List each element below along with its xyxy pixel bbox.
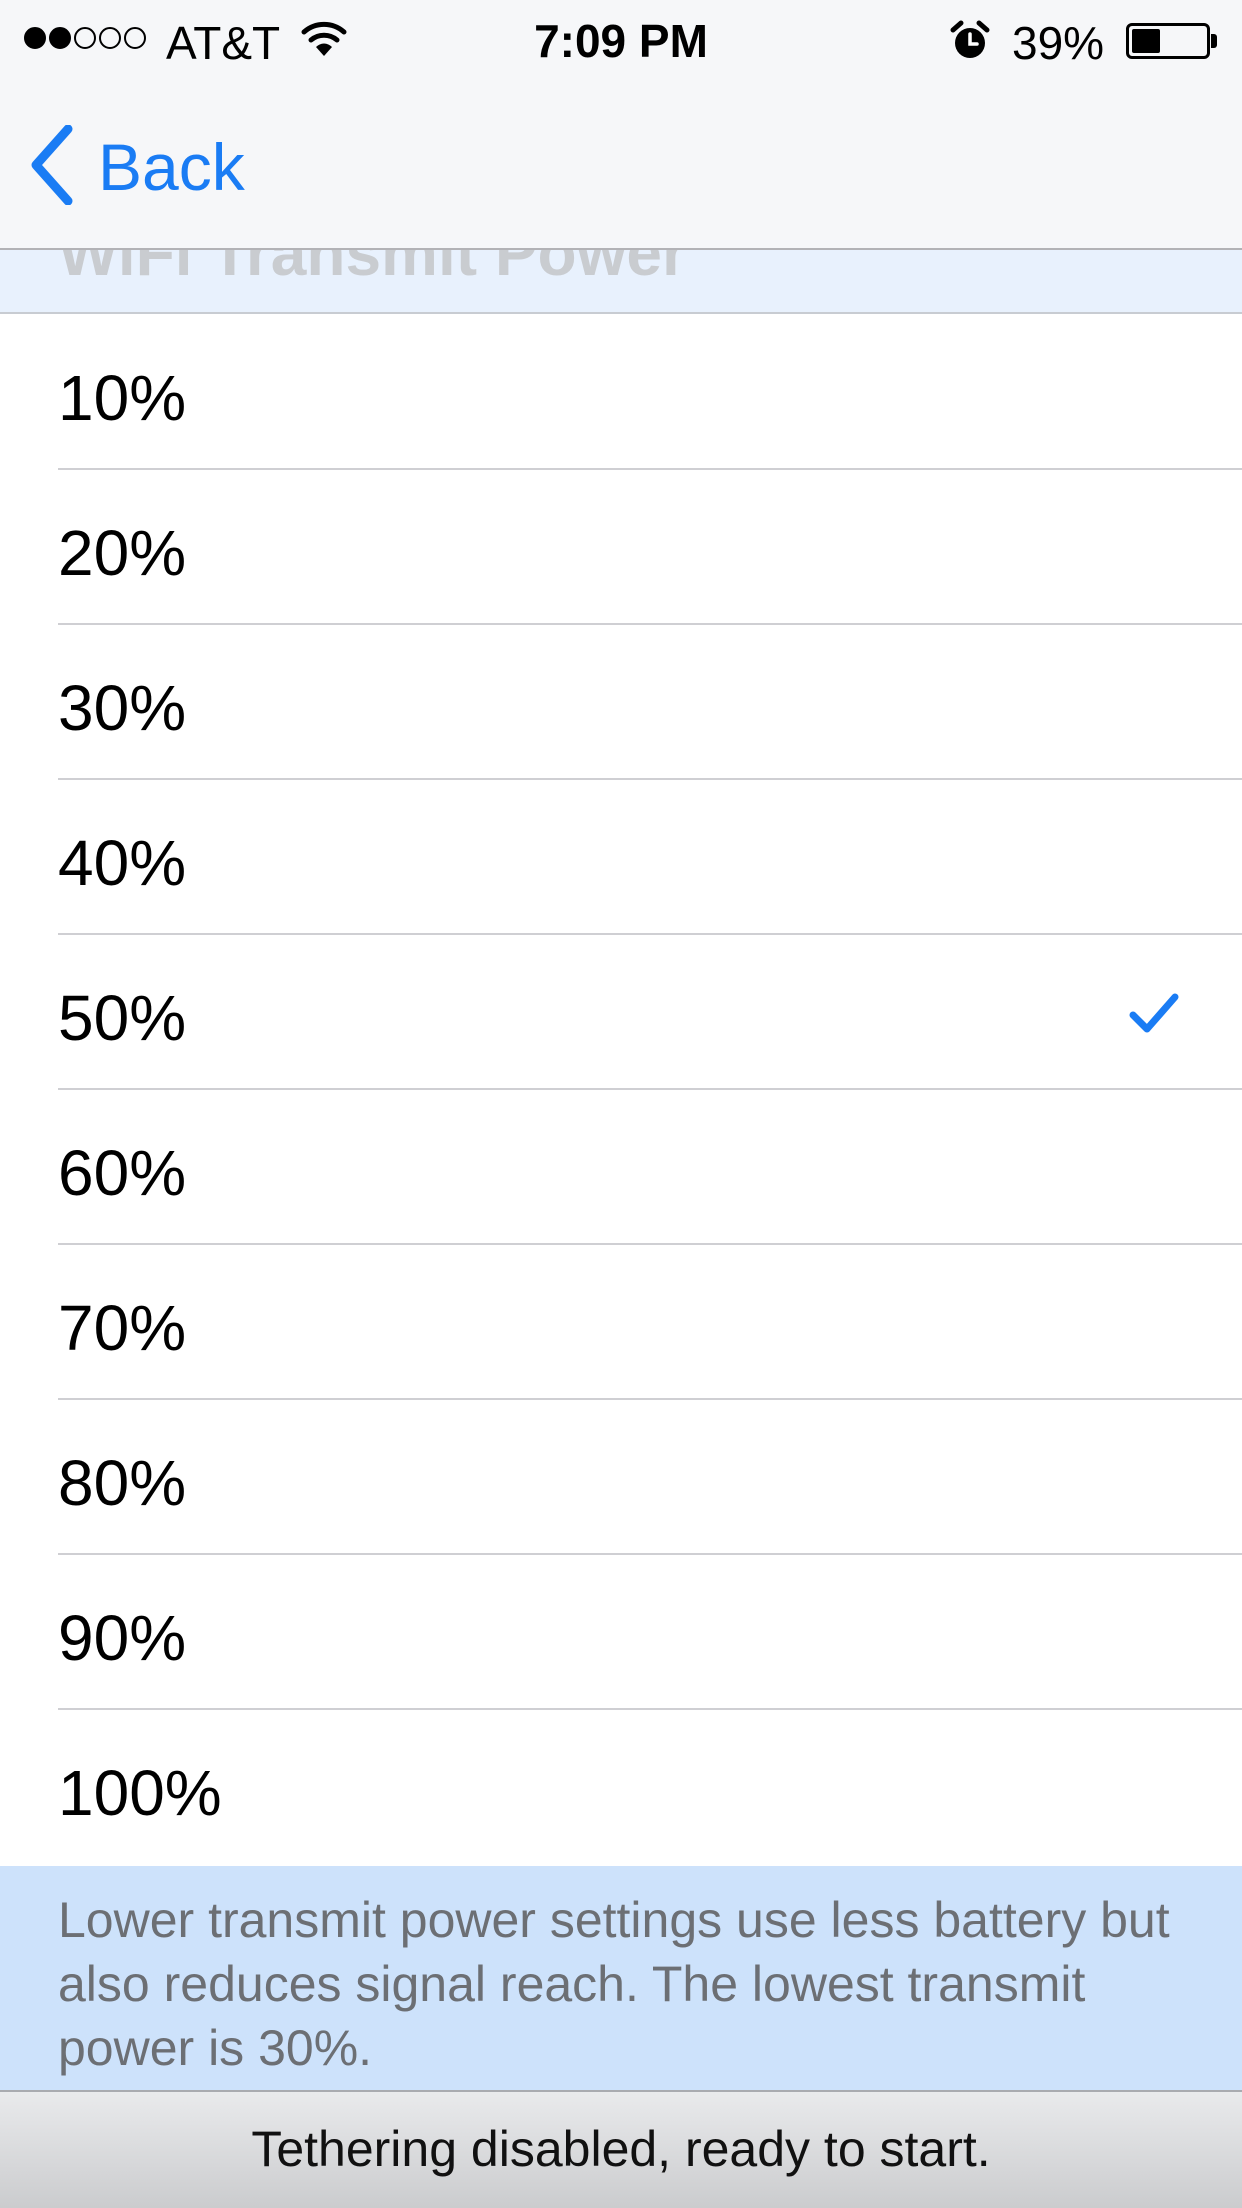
back-button[interactable]: Back bbox=[30, 122, 245, 212]
option-label: 60% bbox=[58, 1137, 187, 1209]
alarm-clock-icon bbox=[950, 20, 990, 67]
option-label: 90% bbox=[58, 1602, 187, 1674]
transmit-power-options: 10% 20% 30% 40% 50% 60% 70% 80% 90% 100% bbox=[0, 315, 1242, 1865]
option-row-40[interactable]: 40% bbox=[0, 780, 1242, 935]
option-label: 10% bbox=[58, 362, 187, 434]
chevron-left-icon bbox=[30, 124, 74, 210]
option-row-90[interactable]: 90% bbox=[0, 1555, 1242, 1710]
option-label: 80% bbox=[58, 1447, 187, 1519]
option-row-30[interactable]: 30% bbox=[0, 625, 1242, 780]
option-row-20[interactable]: 20% bbox=[0, 470, 1242, 625]
checkmark-icon bbox=[1128, 991, 1180, 1040]
tethering-status-bar: Tethering disabled, ready to start. bbox=[0, 2090, 1242, 2208]
navigation-bar: Back bbox=[0, 82, 1242, 250]
back-label: Back bbox=[98, 130, 245, 204]
option-label: 100% bbox=[58, 1757, 222, 1829]
tethering-status-text: Tethering disabled, ready to start. bbox=[251, 2121, 991, 2177]
battery-icon bbox=[1126, 23, 1210, 59]
section-footer-note: Lower transmit power settings use less b… bbox=[0, 1866, 1242, 2090]
option-row-80[interactable]: 80% bbox=[0, 1400, 1242, 1555]
option-row-100[interactable]: 100% bbox=[0, 1710, 1242, 1865]
option-row-70[interactable]: 70% bbox=[0, 1245, 1242, 1400]
section-header: WiFi Transmit Power bbox=[0, 250, 1242, 314]
option-label: 30% bbox=[58, 672, 187, 744]
option-row-50[interactable]: 50% bbox=[0, 935, 1242, 1090]
status-bar: AT&T 7:09 PM 39% bbox=[0, 0, 1242, 82]
option-label: 20% bbox=[58, 517, 187, 589]
option-label: 40% bbox=[58, 827, 187, 899]
option-label: 50% bbox=[58, 982, 187, 1054]
option-row-60[interactable]: 60% bbox=[0, 1090, 1242, 1245]
option-label: 70% bbox=[58, 1292, 187, 1364]
battery-percent: 39% bbox=[1012, 17, 1105, 69]
battery-tip bbox=[1211, 34, 1217, 48]
option-row-10[interactable]: 10% bbox=[0, 315, 1242, 470]
section-header-title: WiFi Transmit Power bbox=[58, 250, 687, 289]
